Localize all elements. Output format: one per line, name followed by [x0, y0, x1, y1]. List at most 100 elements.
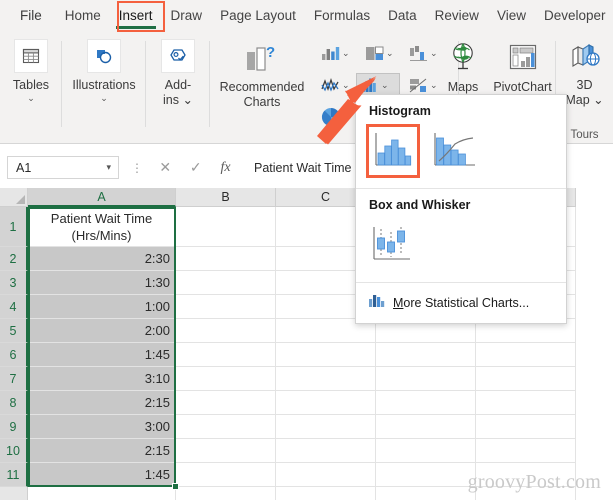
ribbon-tab-formulas[interactable]: Formulas — [305, 2, 379, 31]
cell-A5[interactable]: 2:00 — [28, 319, 176, 343]
cell-E7[interactable] — [476, 367, 576, 391]
name-box[interactable]: A1 ▾ — [7, 156, 119, 179]
chevron-down-icon[interactable]: ⌄ — [381, 80, 389, 91]
tables-chevron-icon[interactable]: ⌄ — [27, 93, 35, 103]
cell-C11[interactable] — [276, 463, 376, 487]
illustrations-chevron-icon[interactable]: ⌄ — [100, 93, 108, 103]
cell-A11[interactable]: 1:45 — [28, 463, 176, 487]
cell-value: 1:30 — [144, 275, 170, 290]
insert-function-icon[interactable]: fx — [220, 160, 230, 176]
formula-bar-grip[interactable]: ⋮ — [131, 162, 143, 174]
row-header-5[interactable]: 5 — [0, 319, 28, 343]
cell-A4[interactable]: 1:00 — [28, 295, 176, 319]
ribbon-tab-review[interactable]: Review — [426, 2, 488, 31]
cell-A10[interactable]: 2:15 — [28, 439, 176, 463]
cell-B2[interactable] — [176, 247, 276, 271]
chevron-down-icon[interactable]: ⌄ — [342, 48, 350, 59]
cell-B5[interactable] — [176, 319, 276, 343]
row-header-10[interactable]: 10 — [0, 439, 28, 463]
illustrations-button[interactable]: Illustrations ⌄ — [62, 39, 146, 103]
cell-A8[interactable]: 2:15 — [28, 391, 176, 415]
maps-button[interactable]: Maps — [437, 39, 489, 95]
ribbon-tab-file[interactable]: File — [6, 2, 56, 31]
cell-A1[interactable]: Patient Wait Time (Hrs/Mins) — [28, 207, 176, 247]
ribbon-tab-insert[interactable]: Insert — [110, 2, 162, 31]
cell-A7[interactable]: 3:10 — [28, 367, 176, 391]
histogram-thumb[interactable] — [366, 124, 420, 178]
row-header-9[interactable]: 9 — [0, 415, 28, 439]
cell-blank[interactable] — [28, 487, 176, 500]
cell-B6[interactable] — [176, 343, 276, 367]
cell-D10[interactable] — [376, 439, 476, 463]
pie-chart-button[interactable] — [318, 105, 346, 129]
cell-A6[interactable]: 1:45 — [28, 343, 176, 367]
cell-blank[interactable] — [276, 487, 376, 500]
select-all-corner[interactable] — [0, 188, 28, 207]
row-header-3[interactable]: 3 — [0, 271, 28, 295]
cell-E8[interactable] — [476, 391, 576, 415]
recommended-charts-button[interactable]: ? Recommended Charts — [210, 41, 314, 110]
ribbon-tab-page-layout[interactable]: Page Layout — [211, 2, 305, 31]
tables-button[interactable]: Tables ⌄ — [0, 39, 62, 103]
combo-chart-button[interactable]: ⌄ — [406, 75, 441, 96]
box-whisker-thumb[interactable] — [366, 218, 420, 272]
cell-C7[interactable] — [276, 367, 376, 391]
line-chart-button[interactable]: ⌄ — [318, 75, 353, 96]
ribbon-tab-draw[interactable]: Draw — [162, 2, 212, 31]
row-header-6[interactable]: 6 — [0, 343, 28, 367]
cell-C10[interactable] — [276, 439, 376, 463]
hierarchy-chart-button[interactable]: ⌄ — [362, 43, 397, 64]
row-header-8[interactable]: 8 — [0, 391, 28, 415]
fill-handle[interactable] — [172, 483, 179, 490]
cell-A9[interactable]: 3:00 — [28, 415, 176, 439]
cell-B4[interactable] — [176, 295, 276, 319]
cell-B7[interactable] — [176, 367, 276, 391]
column-header-B[interactable]: B — [176, 188, 276, 207]
pivotchart-button[interactable]: PivotChart — [489, 39, 556, 95]
column-header-A[interactable]: A — [28, 188, 176, 207]
cell-D8[interactable] — [376, 391, 476, 415]
row-header-label: 11 — [6, 467, 20, 482]
row-header-blank[interactable] — [0, 487, 28, 500]
column-bar-chart-button[interactable]: ⌄ — [318, 43, 353, 64]
cell-D7[interactable] — [376, 367, 476, 391]
chevron-down-icon[interactable]: ▾ — [106, 162, 118, 173]
ribbon-tab-developer[interactable]: Developer — [535, 2, 613, 31]
cell-D9[interactable] — [376, 415, 476, 439]
cell-C9[interactable] — [276, 415, 376, 439]
more-statistical-charts-item[interactable]: More Statistical Charts... — [356, 283, 566, 323]
ribbon-tab-data[interactable]: Data — [379, 2, 426, 31]
cell-E9[interactable] — [476, 415, 576, 439]
cell-B10[interactable] — [176, 439, 276, 463]
row-header-4[interactable]: 4 — [0, 295, 28, 319]
cell-B3[interactable] — [176, 271, 276, 295]
cell-D6[interactable] — [376, 343, 476, 367]
chevron-down-icon[interactable]: ⌄ — [386, 48, 394, 59]
cell-B8[interactable] — [176, 391, 276, 415]
row-header-11[interactable]: 11 — [0, 463, 28, 487]
pareto-thumb[interactable] — [428, 124, 482, 178]
cell-A2[interactable]: 2:30 — [28, 247, 176, 271]
cell-D11[interactable] — [376, 463, 476, 487]
cell-B11[interactable] — [176, 463, 276, 487]
row-header-2[interactable]: 2 — [0, 247, 28, 271]
addins-button[interactable]: Add- ins ⌄ — [146, 39, 210, 108]
cell-E6[interactable] — [476, 343, 576, 367]
cell-A3[interactable]: 1:30 — [28, 271, 176, 295]
row-header-7[interactable]: 7 — [0, 367, 28, 391]
confirm-icon[interactable]: ✓ — [190, 159, 202, 176]
ribbon-tab-home[interactable]: Home — [56, 2, 110, 31]
cell-C6[interactable] — [276, 343, 376, 367]
ribbon-tab-view[interactable]: View — [488, 2, 535, 31]
cancel-icon[interactable]: ✕ — [159, 159, 171, 176]
cell-blank[interactable] — [176, 487, 276, 500]
row-header-1[interactable]: 1 — [0, 207, 28, 247]
cell-B9[interactable] — [176, 415, 276, 439]
chevron-down-icon[interactable]: ⌄ — [342, 80, 350, 91]
cell-blank[interactable] — [376, 487, 476, 500]
waterfall-chart-button[interactable]: ⌄ — [406, 43, 441, 64]
cell-B1[interactable] — [176, 207, 276, 247]
cell-E10[interactable] — [476, 439, 576, 463]
addins-icon — [161, 39, 195, 73]
cell-C8[interactable] — [276, 391, 376, 415]
